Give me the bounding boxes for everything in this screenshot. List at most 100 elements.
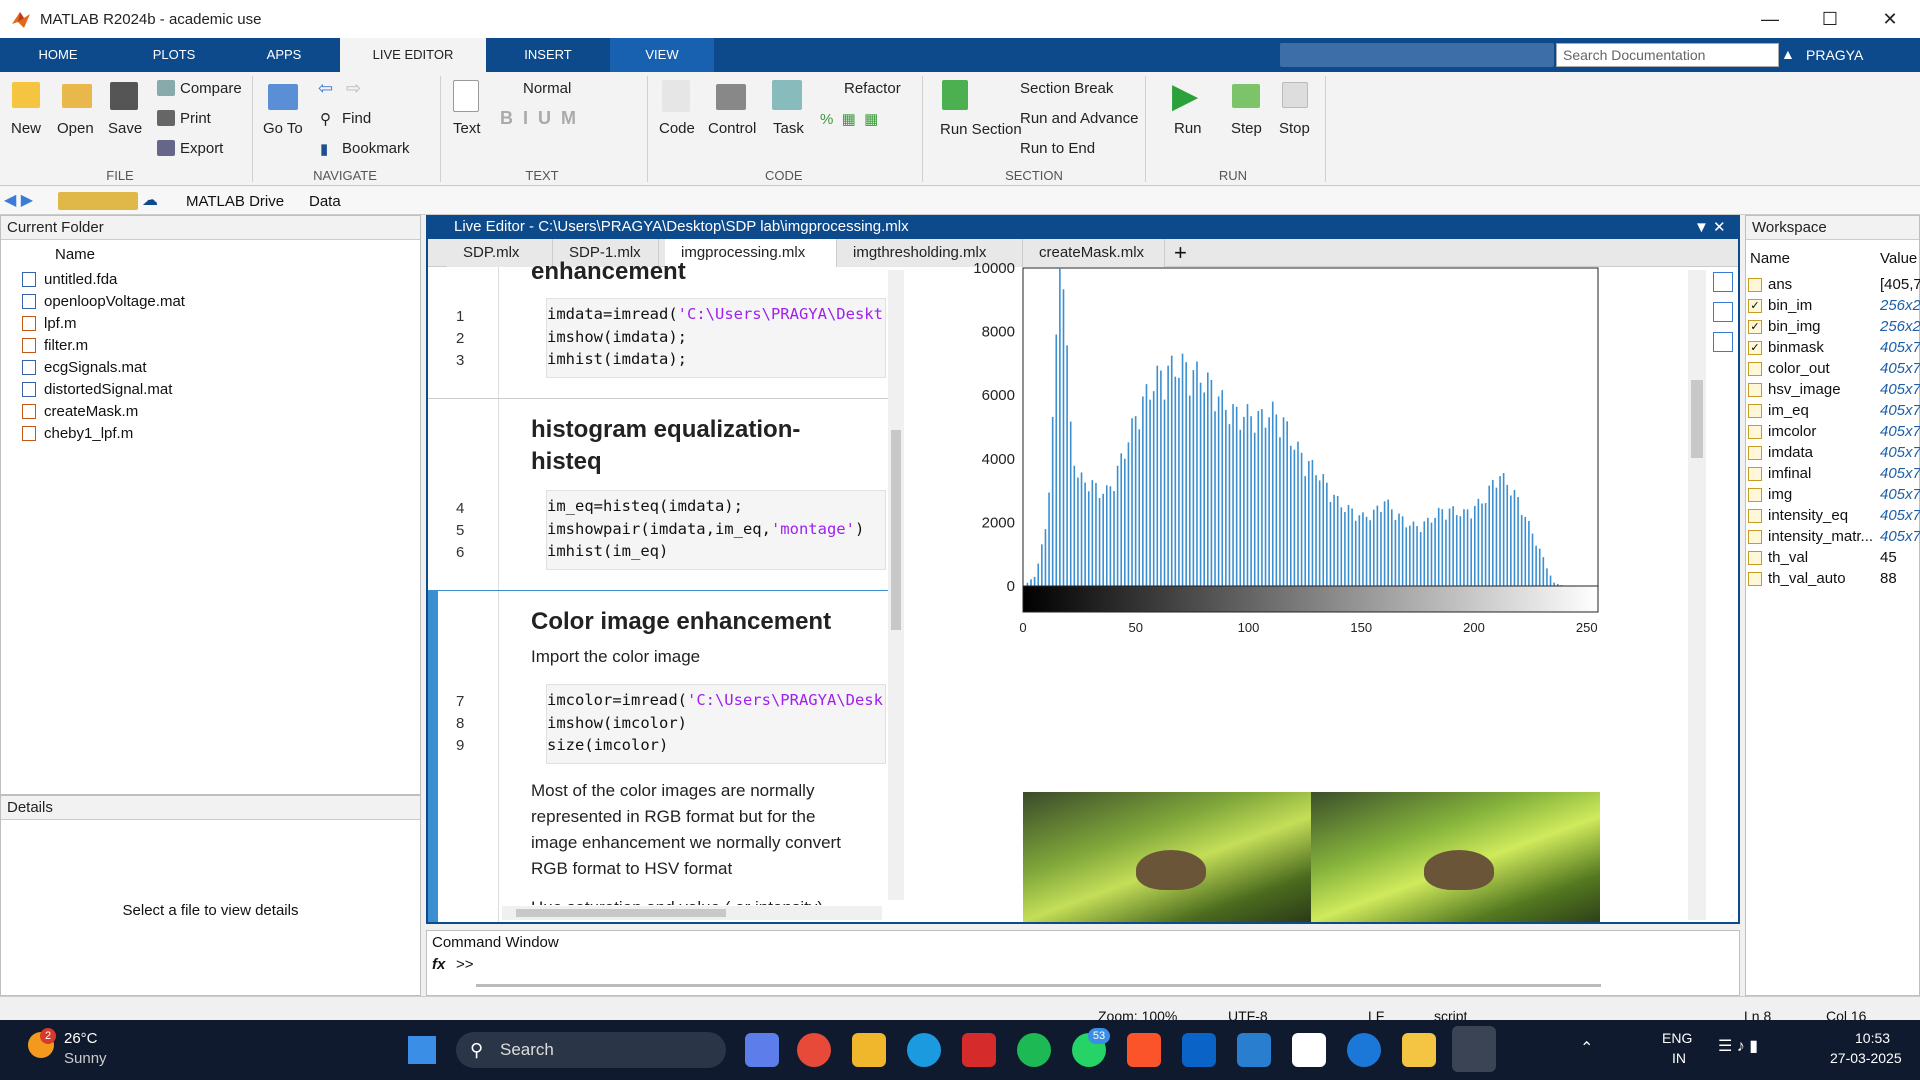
app-icon[interactable] — [1347, 1033, 1381, 1067]
spotify-icon[interactable] — [1017, 1033, 1051, 1067]
command-prompt[interactable]: >> — [456, 956, 474, 973]
workspace-var[interactable]: imdata — [1748, 444, 1813, 461]
system-tray-icons[interactable]: ☰ ♪ ▮ — [1718, 1036, 1758, 1056]
file-explorer-icon[interactable] — [852, 1033, 886, 1067]
store-icon[interactable] — [1402, 1033, 1436, 1067]
workspace-var[interactable]: hsv_image — [1748, 381, 1841, 398]
taskbar-search-box[interactable] — [456, 1032, 726, 1068]
open-button[interactable]: Open — [57, 120, 94, 137]
refactor-button[interactable]: Refactor — [844, 80, 901, 97]
close-button[interactable]: ✕ — [1860, 0, 1920, 38]
bell-icon[interactable]: ▲ — [1781, 46, 1795, 62]
tab-apps[interactable]: APPS — [232, 38, 336, 72]
run-section-button[interactable]: Run Section — [940, 120, 1022, 140]
tab-view[interactable]: VIEW — [610, 38, 714, 72]
brave-icon[interactable] — [1127, 1033, 1161, 1067]
style-dropdown[interactable]: Normal — [523, 80, 571, 97]
tab-plots[interactable]: PLOTS — [116, 38, 232, 72]
workspace-var[interactable]: ans — [1748, 276, 1792, 293]
workspace-var[interactable]: th_val_auto — [1748, 570, 1846, 587]
maximize-button[interactable]: ☐ — [1800, 0, 1860, 38]
workspace-var[interactable]: intensity_eq — [1748, 507, 1848, 524]
vscode-icon[interactable] — [1237, 1033, 1271, 1067]
workspace-var[interactable]: im_eq — [1748, 402, 1809, 419]
task-button[interactable]: Task — [773, 120, 804, 137]
file-item[interactable]: distortedSignal.mat — [22, 381, 172, 398]
workspace-col-value[interactable]: Value — [1880, 250, 1917, 267]
workspace-var[interactable]: color_out — [1748, 360, 1830, 377]
nav-arrow-icons[interactable]: ◀ ▶ — [4, 190, 33, 210]
chrome-icon[interactable] — [797, 1033, 831, 1067]
folder-tools-icons[interactable] — [58, 192, 138, 210]
quick-access-toolbar[interactable] — [1280, 43, 1554, 67]
file-item[interactable]: createMask.m — [22, 403, 138, 420]
file-item[interactable]: lpf.m — [22, 315, 77, 332]
user-menu[interactable]: PRAGYA — [1806, 38, 1863, 72]
print-button[interactable]: Print — [180, 110, 211, 127]
goto-button[interactable]: Go To — [263, 120, 303, 137]
workspace-var[interactable]: ✓ bin_img — [1748, 318, 1821, 335]
outlook-icon[interactable] — [1182, 1033, 1216, 1067]
bookmark-button[interactable]: Bookmark — [342, 140, 410, 157]
section-break-button[interactable]: Section Break — [1020, 80, 1113, 97]
search-documentation-input[interactable]: Search Documentation — [1556, 43, 1779, 67]
editor-tab-active[interactable]: imgprocessing.mlx — [665, 239, 837, 267]
file-item[interactable]: filter.m — [22, 337, 88, 354]
workspace-var[interactable]: img — [1748, 486, 1792, 503]
gmail-icon[interactable] — [1292, 1033, 1326, 1067]
language-in[interactable]: IN — [1672, 1050, 1686, 1066]
output-v-scrollbar[interactable] — [1688, 270, 1706, 920]
clock-date[interactable]: 27-03-2025 — [1830, 1050, 1902, 1066]
text-button[interactable]: Text — [453, 120, 481, 137]
control-button[interactable]: Control — [708, 120, 756, 137]
find-button[interactable]: Find — [342, 110, 371, 127]
breadcrumb-matlab-drive[interactable]: MATLAB Drive — [186, 193, 284, 210]
workspace-var[interactable]: ✓ bin_im — [1748, 297, 1812, 314]
windows-start-icon[interactable] — [408, 1036, 436, 1064]
column-header-name[interactable]: Name — [55, 246, 95, 263]
workspace-var[interactable]: intensity_matr... — [1748, 528, 1873, 545]
code-v-scrollbar[interactable] — [888, 270, 904, 900]
language-eng[interactable]: ENG — [1662, 1030, 1692, 1046]
export-button[interactable]: Export — [180, 140, 223, 157]
workspace-var[interactable]: ✓ binmask — [1748, 339, 1824, 356]
code-block[interactable]: imcolor=imread('C:\Users\PRAGYA\Desk ims… — [546, 684, 886, 764]
tab-live-editor[interactable]: LIVE EDITOR — [340, 38, 486, 72]
run-to-end-button[interactable]: Run to End — [1020, 140, 1095, 157]
file-item[interactable]: openloopVoltage.mat — [22, 293, 185, 310]
save-button[interactable]: Save — [108, 120, 142, 137]
step-button[interactable]: Step — [1231, 120, 1262, 137]
run-and-advance-button[interactable]: Run and Advance — [1020, 110, 1138, 127]
file-item[interactable]: cheby1_lpf.m — [22, 425, 133, 442]
minimize-button[interactable]: — — [1740, 0, 1800, 38]
output-layout-icons[interactable] — [1713, 272, 1735, 368]
compare-button[interactable]: Compare — [180, 80, 242, 97]
chevron-up-icon[interactable]: ⌃ — [1580, 1038, 1593, 1058]
back-arrow-icon[interactable]: ⇦ — [318, 78, 333, 99]
workspace-var[interactable]: imcolor — [1748, 423, 1816, 440]
code-block[interactable]: imdata=imread('C:\Users\PRAGYA\Deskt ims… — [546, 298, 886, 378]
run-button[interactable]: Run — [1174, 120, 1202, 137]
workspace-col-name[interactable]: Name — [1750, 250, 1790, 267]
edge-icon[interactable] — [907, 1033, 941, 1067]
workspace-var[interactable]: imfinal — [1748, 465, 1811, 482]
code-block[interactable]: im_eq=histeq(imdata); imshowpair(imdata,… — [546, 490, 886, 570]
copilot-icon[interactable] — [745, 1033, 779, 1067]
forward-arrow-icon[interactable]: ⇨ — [346, 78, 361, 99]
clock-time[interactable]: 10:53 — [1855, 1030, 1890, 1046]
breadcrumb-data[interactable]: Data — [309, 193, 341, 210]
matlab-taskbar-icon[interactable] — [1452, 1026, 1496, 1072]
mcafee-icon[interactable] — [962, 1033, 996, 1067]
tab-home[interactable]: HOME — [0, 38, 116, 72]
editor-menu-icons[interactable]: ▼ ✕ — [1694, 218, 1726, 236]
tab-insert[interactable]: INSERT — [490, 38, 606, 72]
command-h-scrollbar[interactable] — [476, 984, 1601, 987]
workspace-var[interactable]: th_val — [1748, 549, 1808, 566]
code-button[interactable]: Code — [659, 120, 695, 137]
code-h-scrollbar[interactable] — [502, 906, 882, 920]
new-button[interactable]: New — [11, 120, 41, 137]
file-item[interactable]: untitled.fda — [22, 271, 117, 288]
file-item[interactable]: ecgSignals.mat — [22, 359, 147, 376]
address-bar[interactable] — [0, 187, 1920, 215]
stop-button[interactable]: Stop — [1279, 120, 1310, 137]
